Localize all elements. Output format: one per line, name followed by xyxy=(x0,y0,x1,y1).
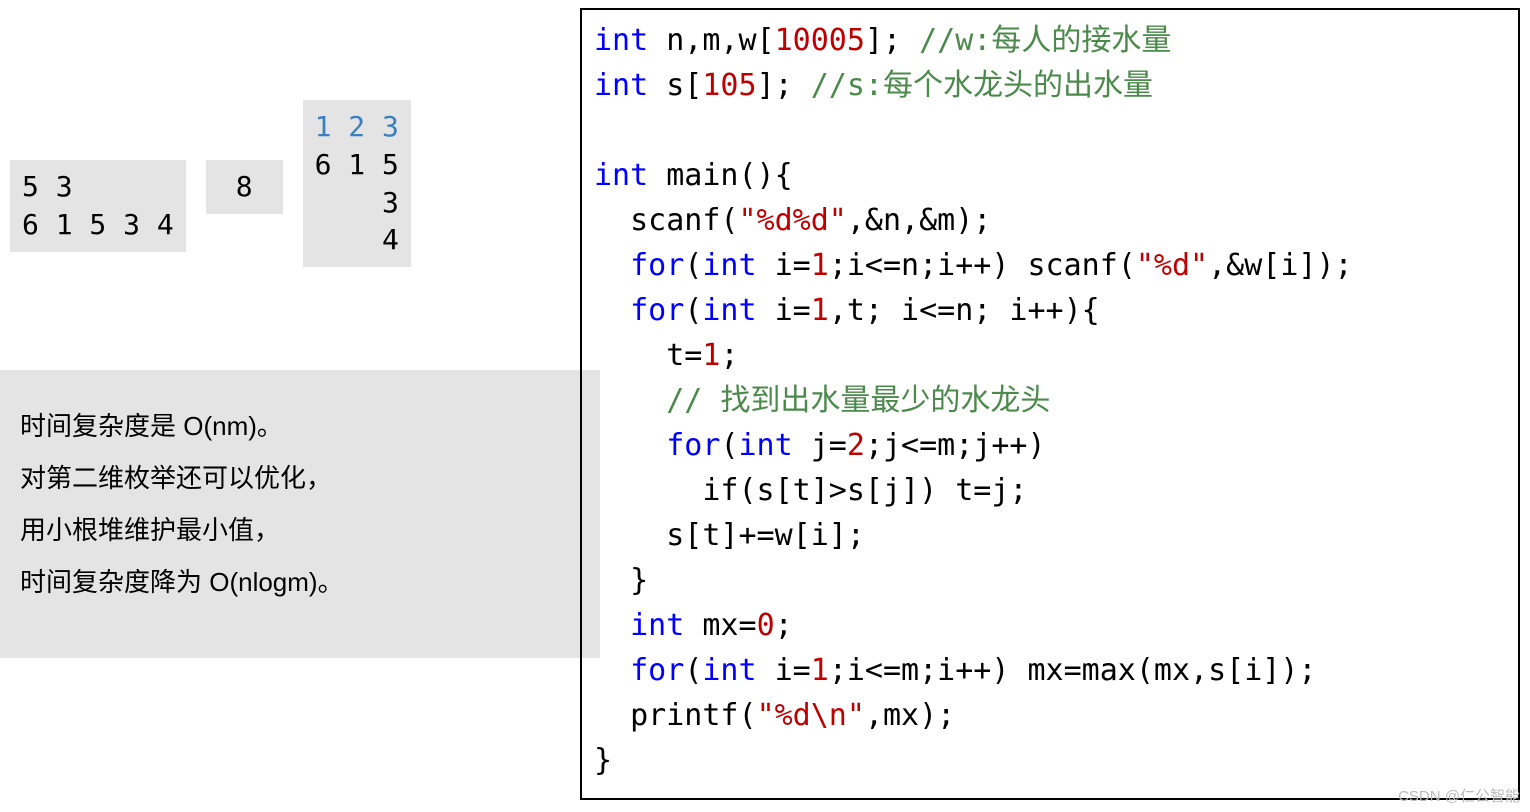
watermark: CSDN @仁公智能 xyxy=(1398,785,1520,806)
table-box: 1 2 3 6 1 5 3 4 xyxy=(303,100,411,267)
code-text: i= xyxy=(757,293,811,328)
note-line: 用小根堆维护最小值， xyxy=(20,504,580,556)
table-row: 4 xyxy=(315,221,399,259)
code-text xyxy=(594,428,666,463)
code-text: i= xyxy=(757,248,811,283)
code-text: mx= xyxy=(684,608,756,643)
code-text: ,&w[i]); xyxy=(1208,248,1353,283)
code-keyword: int xyxy=(594,68,648,103)
code-panel: int n,m,w[10005]; //w:每人的接水量 int s[105];… xyxy=(580,8,1520,800)
code-text: s[t]+=w[i]; xyxy=(594,518,865,553)
output-value: 8 xyxy=(236,168,253,206)
code-comment: //w:每人的接水量 xyxy=(919,23,1171,58)
code-number: 1 xyxy=(702,338,720,373)
code-text: scanf( xyxy=(594,203,739,238)
code-text xyxy=(594,653,630,688)
code-number: 1 xyxy=(811,248,829,283)
code-comment: //s:每个水龙头的出水量 xyxy=(811,68,1153,103)
code-text: n,m,w[ xyxy=(648,23,774,58)
code-keyword: int xyxy=(739,428,793,463)
code-text: t= xyxy=(594,338,702,373)
code-number: 1 xyxy=(811,293,829,328)
code-text: ;j<=m;j++) xyxy=(865,428,1046,463)
code-text: ( xyxy=(684,248,702,283)
code-comment: // 找到出水量最少的水龙头 xyxy=(666,383,1050,418)
table-header: 1 2 3 xyxy=(315,108,399,146)
code-text: ; xyxy=(720,338,738,373)
note-line: 时间复杂度降为 O(nlogm)。 xyxy=(20,556,580,608)
code-number: 105 xyxy=(702,68,756,103)
code-text xyxy=(594,293,630,328)
code-text: ,t; i<=n; i++){ xyxy=(829,293,1100,328)
note-line: 时间复杂度是 O(nm)。 xyxy=(20,400,580,452)
input-box-1-line1: 5 3 xyxy=(22,168,174,206)
code-number: 2 xyxy=(847,428,865,463)
left-column: 5 3 6 1 5 3 4 8 1 2 3 6 1 5 3 4 时间复杂度是 O… xyxy=(0,0,580,267)
code-text: ,&n,&m); xyxy=(847,203,992,238)
code-text: } xyxy=(594,743,612,778)
code-text: ( xyxy=(684,293,702,328)
code-text: j= xyxy=(793,428,847,463)
input-box-1: 5 3 6 1 5 3 4 xyxy=(10,160,186,252)
table-row: 3 xyxy=(315,184,399,222)
code-text: if(s[t]>s[j]) t=j; xyxy=(594,473,1027,508)
code-keyword: for xyxy=(630,248,684,283)
code-keyword: for xyxy=(630,653,684,688)
code-number: 10005 xyxy=(775,23,865,58)
code-string: "%d" xyxy=(1136,248,1208,283)
code-keyword: int xyxy=(630,608,684,643)
code-text: ( xyxy=(684,653,702,688)
data-boxes-row: 5 3 6 1 5 3 4 8 1 2 3 6 1 5 3 4 xyxy=(0,0,580,267)
code-string: "%d\n" xyxy=(757,698,865,733)
code-text: s[ xyxy=(648,68,702,103)
code-text xyxy=(594,248,630,283)
code-number: 1 xyxy=(811,653,829,688)
code-text: ; xyxy=(775,608,793,643)
code-keyword: int xyxy=(594,23,648,58)
code-text: ( xyxy=(720,428,738,463)
code-text: ]; xyxy=(757,68,811,103)
complexity-note: 时间复杂度是 O(nm)。 对第二维枚举还可以优化， 用小根堆维护最小值， 时间… xyxy=(0,370,600,658)
note-line: 对第二维枚举还可以优化， xyxy=(20,452,580,504)
code-keyword: int xyxy=(702,653,756,688)
input-box-1-line2: 6 1 5 3 4 xyxy=(22,206,174,244)
code-keyword: int xyxy=(702,248,756,283)
output-box: 8 xyxy=(206,160,283,214)
code-text: main(){ xyxy=(648,158,793,193)
code-string: "%d%d" xyxy=(739,203,847,238)
code-text: i= xyxy=(757,653,811,688)
code-keyword: int xyxy=(702,293,756,328)
code-text: } xyxy=(594,563,648,598)
code-keyword: for xyxy=(666,428,720,463)
code-keyword: int xyxy=(594,158,648,193)
code-text xyxy=(594,383,666,418)
code-text: ;i<=m;i++) mx=max(mx,s[i]); xyxy=(829,653,1317,688)
table-row: 6 1 5 xyxy=(315,146,399,184)
code-keyword: for xyxy=(630,293,684,328)
code-text: ]; xyxy=(865,23,919,58)
code-text: printf( xyxy=(594,698,757,733)
code-text xyxy=(594,608,630,643)
code-text: ;i<=n;i++) scanf( xyxy=(829,248,1136,283)
code-text: ,mx); xyxy=(865,698,955,733)
code-number: 0 xyxy=(757,608,775,643)
